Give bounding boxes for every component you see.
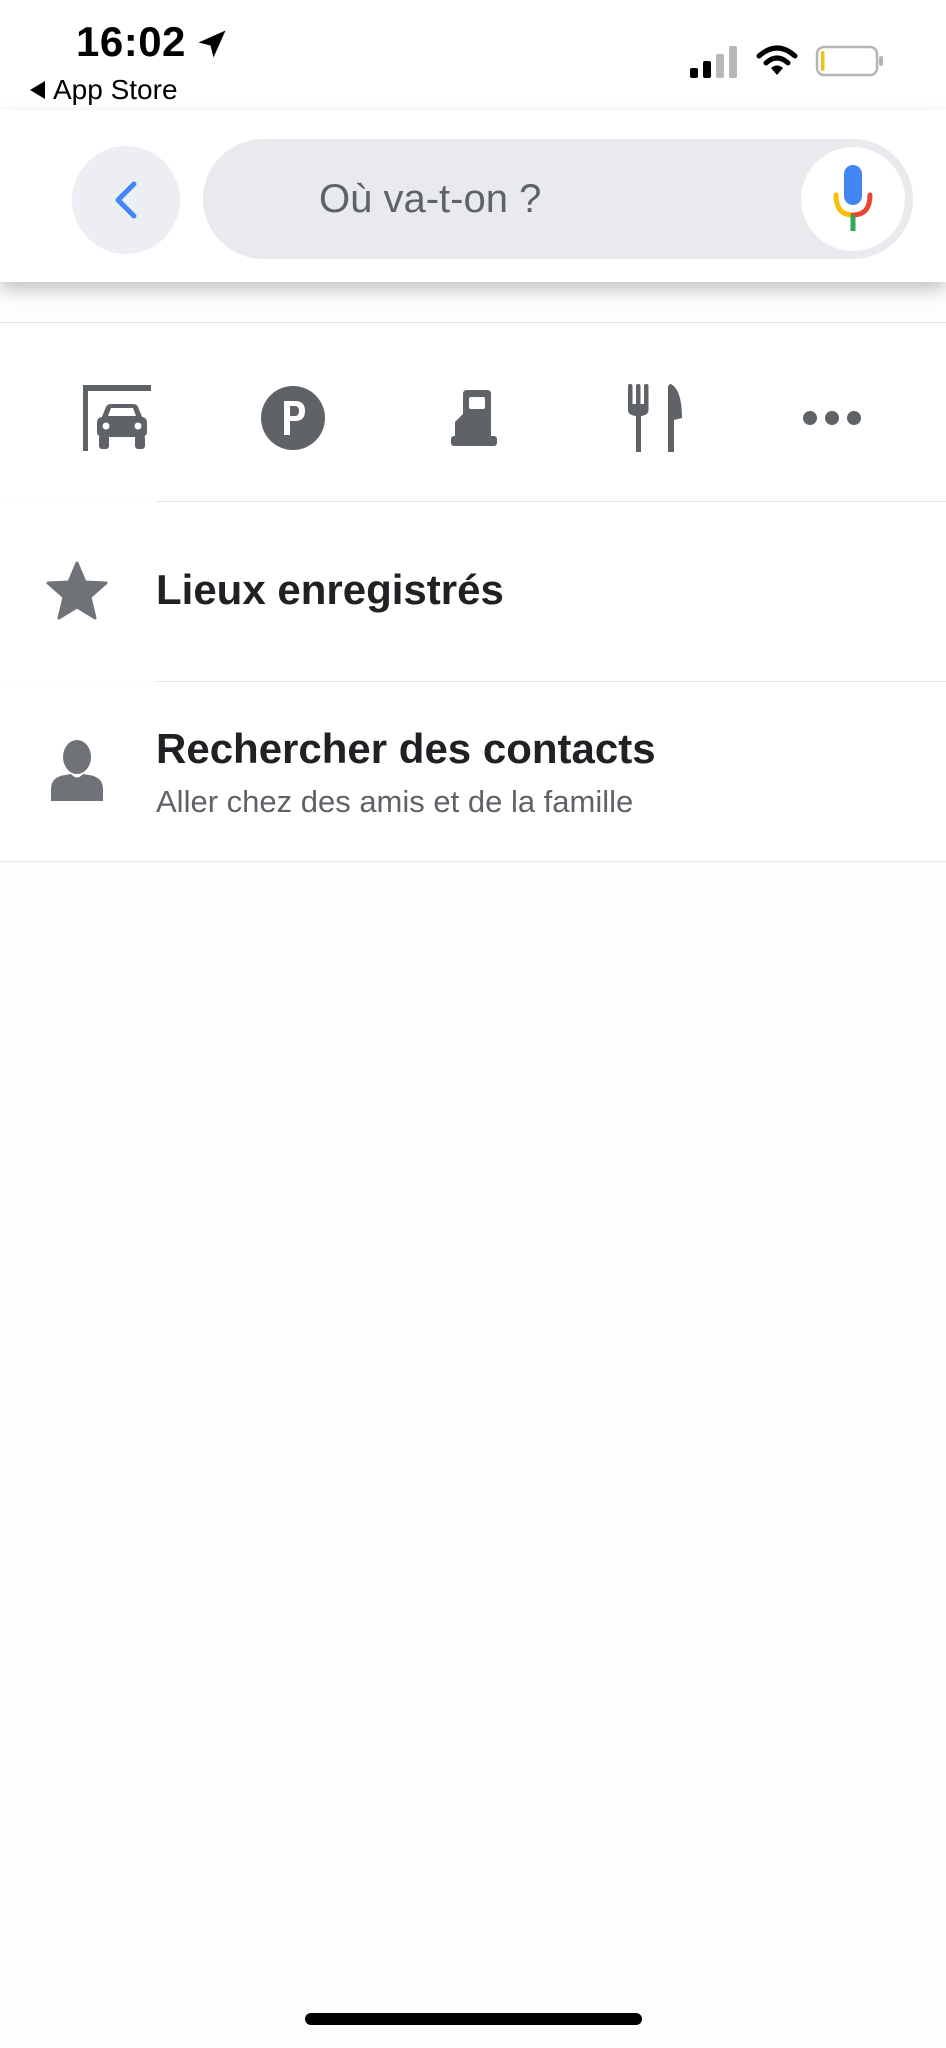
wifi-icon	[756, 45, 798, 75]
search-field[interactable]	[203, 139, 913, 259]
microphone-icon	[833, 165, 873, 231]
saved-places-title: Lieux enregistrés	[156, 566, 504, 613]
divider	[0, 861, 946, 862]
category-more[interactable]	[787, 378, 877, 458]
category-gas-station[interactable]	[428, 378, 518, 458]
screen: 16:02 App Store Où va-t-on ? Lieux enreg…	[0, 0, 946, 2048]
category-parking[interactable]	[248, 378, 338, 458]
car-wash-icon	[83, 385, 151, 451]
location-arrow-icon	[198, 30, 226, 58]
search-header	[0, 110, 946, 282]
back-to-app-store[interactable]: App Store	[30, 74, 178, 106]
category-row	[0, 323, 946, 501]
person-icon	[44, 737, 110, 803]
battery-low-icon	[815, 45, 883, 77]
search-contacts-subtitle: Aller chez des amis et de la famille	[156, 784, 634, 819]
parking-icon	[261, 386, 325, 450]
home-indicator[interactable]	[305, 2013, 642, 2025]
status-time: 16:02	[76, 18, 186, 65]
back-triangle-icon	[30, 81, 45, 99]
category-restaurant[interactable]	[610, 378, 700, 458]
star-icon	[44, 558, 110, 624]
cellular-signal-icon	[690, 46, 737, 78]
search-input[interactable]	[319, 161, 759, 237]
fuel-pump-icon	[451, 390, 497, 446]
back-button[interactable]	[72, 146, 180, 254]
search-contacts-title: Rechercher des contacts	[156, 725, 656, 772]
chevron-left-icon	[115, 181, 137, 219]
back-app-label: App Store	[53, 74, 178, 105]
voice-search-button[interactable]	[801, 147, 905, 251]
fork-knife-icon	[628, 384, 682, 452]
saved-places-row[interactable]: Lieux enregistrés	[0, 502, 946, 681]
search-contacts-row[interactable]: Rechercher des contacts Aller chez des a…	[0, 682, 946, 861]
more-dots-icon	[803, 411, 861, 425]
category-car-wash[interactable]	[72, 378, 162, 458]
status-bar: 16:02 App Store	[0, 0, 946, 110]
